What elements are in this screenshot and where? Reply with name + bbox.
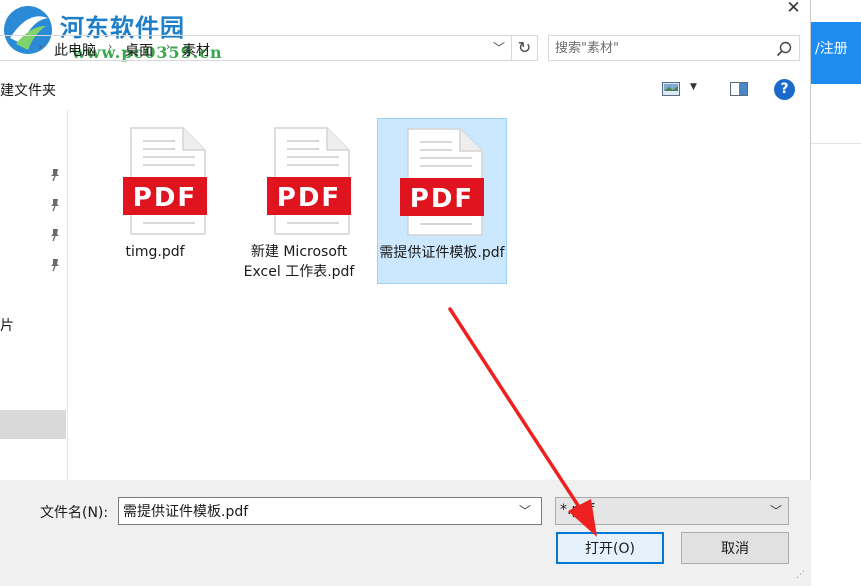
pdf-icon-label: PDF xyxy=(277,183,341,213)
filetype-select[interactable]: *.pdf ﹀ xyxy=(555,497,789,525)
nav-item-selected[interactable] xyxy=(0,410,66,439)
file-item-selected[interactable]: PDF 需提供证件模板.pdf xyxy=(377,118,507,284)
pin-icon[interactable] xyxy=(48,258,62,272)
address-bar[interactable]: › 此电脑 › 桌面 › 素材 ﹀ ↻ xyxy=(0,35,538,61)
view-dropdown-icon[interactable]: ▼ xyxy=(690,82,697,92)
close-icon: ✕ xyxy=(786,0,801,18)
new-folder-button[interactable]: 建文件夹 xyxy=(0,80,56,100)
pdf-icon-label: PDF xyxy=(133,183,197,213)
preview-pane-icon[interactable] xyxy=(730,82,748,96)
breadcrumb-separator: › xyxy=(38,40,43,53)
chevron-down-icon[interactable]: ﹀ xyxy=(519,502,531,519)
pin-icon[interactable] xyxy=(48,198,62,212)
view-mode-icon[interactable] xyxy=(662,82,680,96)
toolbar: 建文件夹 ▼ xyxy=(0,72,811,108)
pdf-file-icon: PDF xyxy=(123,127,207,235)
cancel-button[interactable]: 取消 xyxy=(681,532,789,564)
bottom-panel: 文件名(N): ﹀ *.pdf ﹀ 打开(O) 取消 ⋰ xyxy=(0,480,811,586)
filename-label: 文件名(N): xyxy=(40,505,109,521)
nav-item-pictures[interactable]: 片 xyxy=(0,315,14,335)
pin-icon[interactable] xyxy=(48,168,62,182)
background-divider xyxy=(811,143,861,144)
search-input[interactable] xyxy=(555,39,765,57)
breadcrumb-this-pc[interactable]: 此电脑 xyxy=(54,40,96,60)
search-icon[interactable] xyxy=(775,40,793,58)
breadcrumb-materials[interactable]: 素材 xyxy=(182,40,210,60)
filename-input[interactable] xyxy=(123,502,513,520)
pdf-file-icon: PDF xyxy=(400,128,484,236)
pin-icon[interactable] xyxy=(48,228,62,242)
open-button[interactable]: 打开(O) xyxy=(556,532,664,564)
refresh-button[interactable]: ↻ xyxy=(511,36,537,60)
resize-grip-icon[interactable]: ⋰ xyxy=(796,570,805,580)
filetype-value: *.pdf xyxy=(560,502,595,518)
close-button[interactable]: ✕ xyxy=(776,0,811,20)
breadcrumb-separator: › xyxy=(166,40,171,53)
file-name: timg.pdf xyxy=(125,244,185,260)
navigation-pane: 片 xyxy=(0,110,68,480)
file-name: 需提供证件模板.pdf xyxy=(379,245,505,261)
filename-combobox[interactable]: ﹀ xyxy=(118,497,542,525)
address-history-dropdown[interactable]: ﹀ xyxy=(488,36,510,60)
pdf-file-icon: PDF xyxy=(267,127,351,235)
breadcrumb-separator: › xyxy=(108,40,113,53)
chevron-down-icon[interactable]: ﹀ xyxy=(770,502,782,519)
background-app xyxy=(811,0,861,586)
register-link[interactable]: /注册 xyxy=(811,22,861,84)
search-box[interactable] xyxy=(548,35,800,61)
file-item[interactable]: PDF timg.pdf xyxy=(90,118,220,284)
file-item[interactable]: PDF 新建 Microsoft Excel 工作表.pdf xyxy=(234,118,364,284)
refresh-icon: ↻ xyxy=(517,38,532,57)
file-name: 新建 Microsoft Excel 工作表.pdf xyxy=(243,244,355,280)
breadcrumb-desktop[interactable]: 桌面 xyxy=(125,40,153,60)
file-open-dialog: ✕ 河东软件园 www.pc0359.cn › 此电脑 › 桌面 › 素材 ﹀ … xyxy=(0,0,811,586)
chevron-down-icon: ﹀ xyxy=(492,41,505,55)
pdf-icon-label: PDF xyxy=(410,184,474,214)
help-icon[interactable]: ? xyxy=(774,79,795,100)
